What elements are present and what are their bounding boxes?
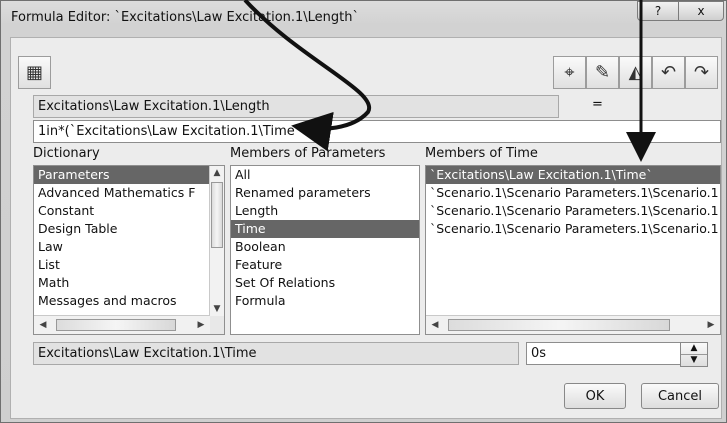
equals-sign: =	[592, 97, 603, 112]
spin-up-icon[interactable]: ▲	[681, 343, 707, 355]
members-of-time-list[interactable]: `Excitations\Law Excitation.1\Time` `Sce…	[425, 165, 721, 335]
undo-icon[interactable]: ↶	[652, 56, 685, 89]
value-input[interactable]: 0s	[526, 342, 682, 365]
ok-button[interactable]: OK	[564, 383, 626, 409]
members-of-parameters-label: Members of Parameters	[230, 146, 386, 161]
scroll-left-icon[interactable]: ◀	[36, 318, 50, 332]
list-item[interactable]: Design Table	[34, 220, 224, 238]
scroll-up-icon[interactable]: ▲	[210, 166, 224, 180]
redo-icon[interactable]: ↷	[685, 56, 718, 89]
dictionary-vertical-scrollbar[interactable]: ▲ ▼	[209, 166, 224, 316]
members-of-time-horizontal-scrollbar[interactable]: ◀ ▶	[426, 315, 720, 334]
list-item[interactable]: Constant	[34, 202, 224, 220]
formula-input[interactable]: 1in*(`Excitations\Law Excitation.1\Time`	[33, 120, 721, 143]
list-item[interactable]: Time	[231, 220, 419, 238]
scroll-right-icon[interactable]: ▶	[704, 318, 718, 332]
dictionary-horizontal-scrollbar[interactable]: ◀ ▶	[34, 315, 210, 334]
list-item[interactable]: All	[231, 166, 419, 184]
scroll-left-icon[interactable]: ◀	[428, 318, 442, 332]
list-item[interactable]: Boolean	[231, 238, 419, 256]
list-item[interactable]: Messages and macros	[34, 292, 224, 310]
value-spinner[interactable]: ▲ ▼	[680, 342, 708, 367]
cancel-button[interactable]: Cancel	[641, 383, 719, 409]
help-button[interactable]: ?	[637, 1, 679, 21]
list-item[interactable]: Parameters	[34, 166, 224, 184]
list-item[interactable]: List	[34, 256, 224, 274]
list-item[interactable]: `Scenario.1\Scenario Parameters.1\Scenar…	[426, 220, 720, 238]
dictionary-list[interactable]: Parameters Advanced Mathematics F Consta…	[33, 165, 225, 335]
list-item[interactable]: Feature	[231, 256, 419, 274]
members-of-time-label: Members of Time	[425, 146, 538, 161]
list-item[interactable]: Length	[231, 202, 419, 220]
list-item[interactable]: Set Of Relations	[231, 274, 419, 292]
scrollbar-corner	[210, 316, 224, 334]
list-item[interactable]: Formula	[231, 292, 419, 310]
list-item[interactable]: `Scenario.1\Scenario Parameters.1\Scenar…	[426, 184, 720, 202]
parameter-name-field: Excitations\Law Excitation.1\Length	[33, 95, 559, 118]
formula-icon[interactable]: ▦	[18, 56, 51, 89]
list-item[interactable]: Law	[34, 238, 224, 256]
scroll-thumb[interactable]	[56, 319, 176, 331]
scroll-right-icon[interactable]: ▶	[194, 318, 208, 332]
scroll-thumb[interactable]	[211, 182, 223, 248]
list-item[interactable]: `Scenario.1\Scenario Parameters.1\Scenar…	[426, 202, 720, 220]
members-of-parameters-list[interactable]: All Renamed parameters Length Time Boole…	[230, 165, 420, 335]
toolbar: ▦ ⌖ ✎ ◭ ↶ ↷	[18, 56, 720, 90]
scroll-down-icon[interactable]: ▼	[210, 302, 224, 316]
spin-down-icon[interactable]: ▼	[681, 355, 707, 366]
list-item[interactable]: Math	[34, 274, 224, 292]
comment-icon[interactable]: ✎	[586, 56, 619, 89]
list-item[interactable]: Renamed parameters	[231, 184, 419, 202]
scroll-thumb[interactable]	[448, 319, 670, 331]
close-button[interactable]: x	[678, 1, 724, 21]
window-title: Formula Editor: `Excitations\Law Excitat…	[11, 10, 360, 25]
measure-icon[interactable]: ⌖	[553, 56, 586, 89]
list-item[interactable]: Advanced Mathematics F	[34, 184, 224, 202]
eraser-icon[interactable]: ◭	[619, 56, 652, 89]
dictionary-label: Dictionary	[33, 146, 100, 161]
list-item[interactable]: `Excitations\Law Excitation.1\Time`	[426, 166, 720, 184]
selected-parameter-field: Excitations\Law Excitation.1\Time	[33, 342, 519, 365]
